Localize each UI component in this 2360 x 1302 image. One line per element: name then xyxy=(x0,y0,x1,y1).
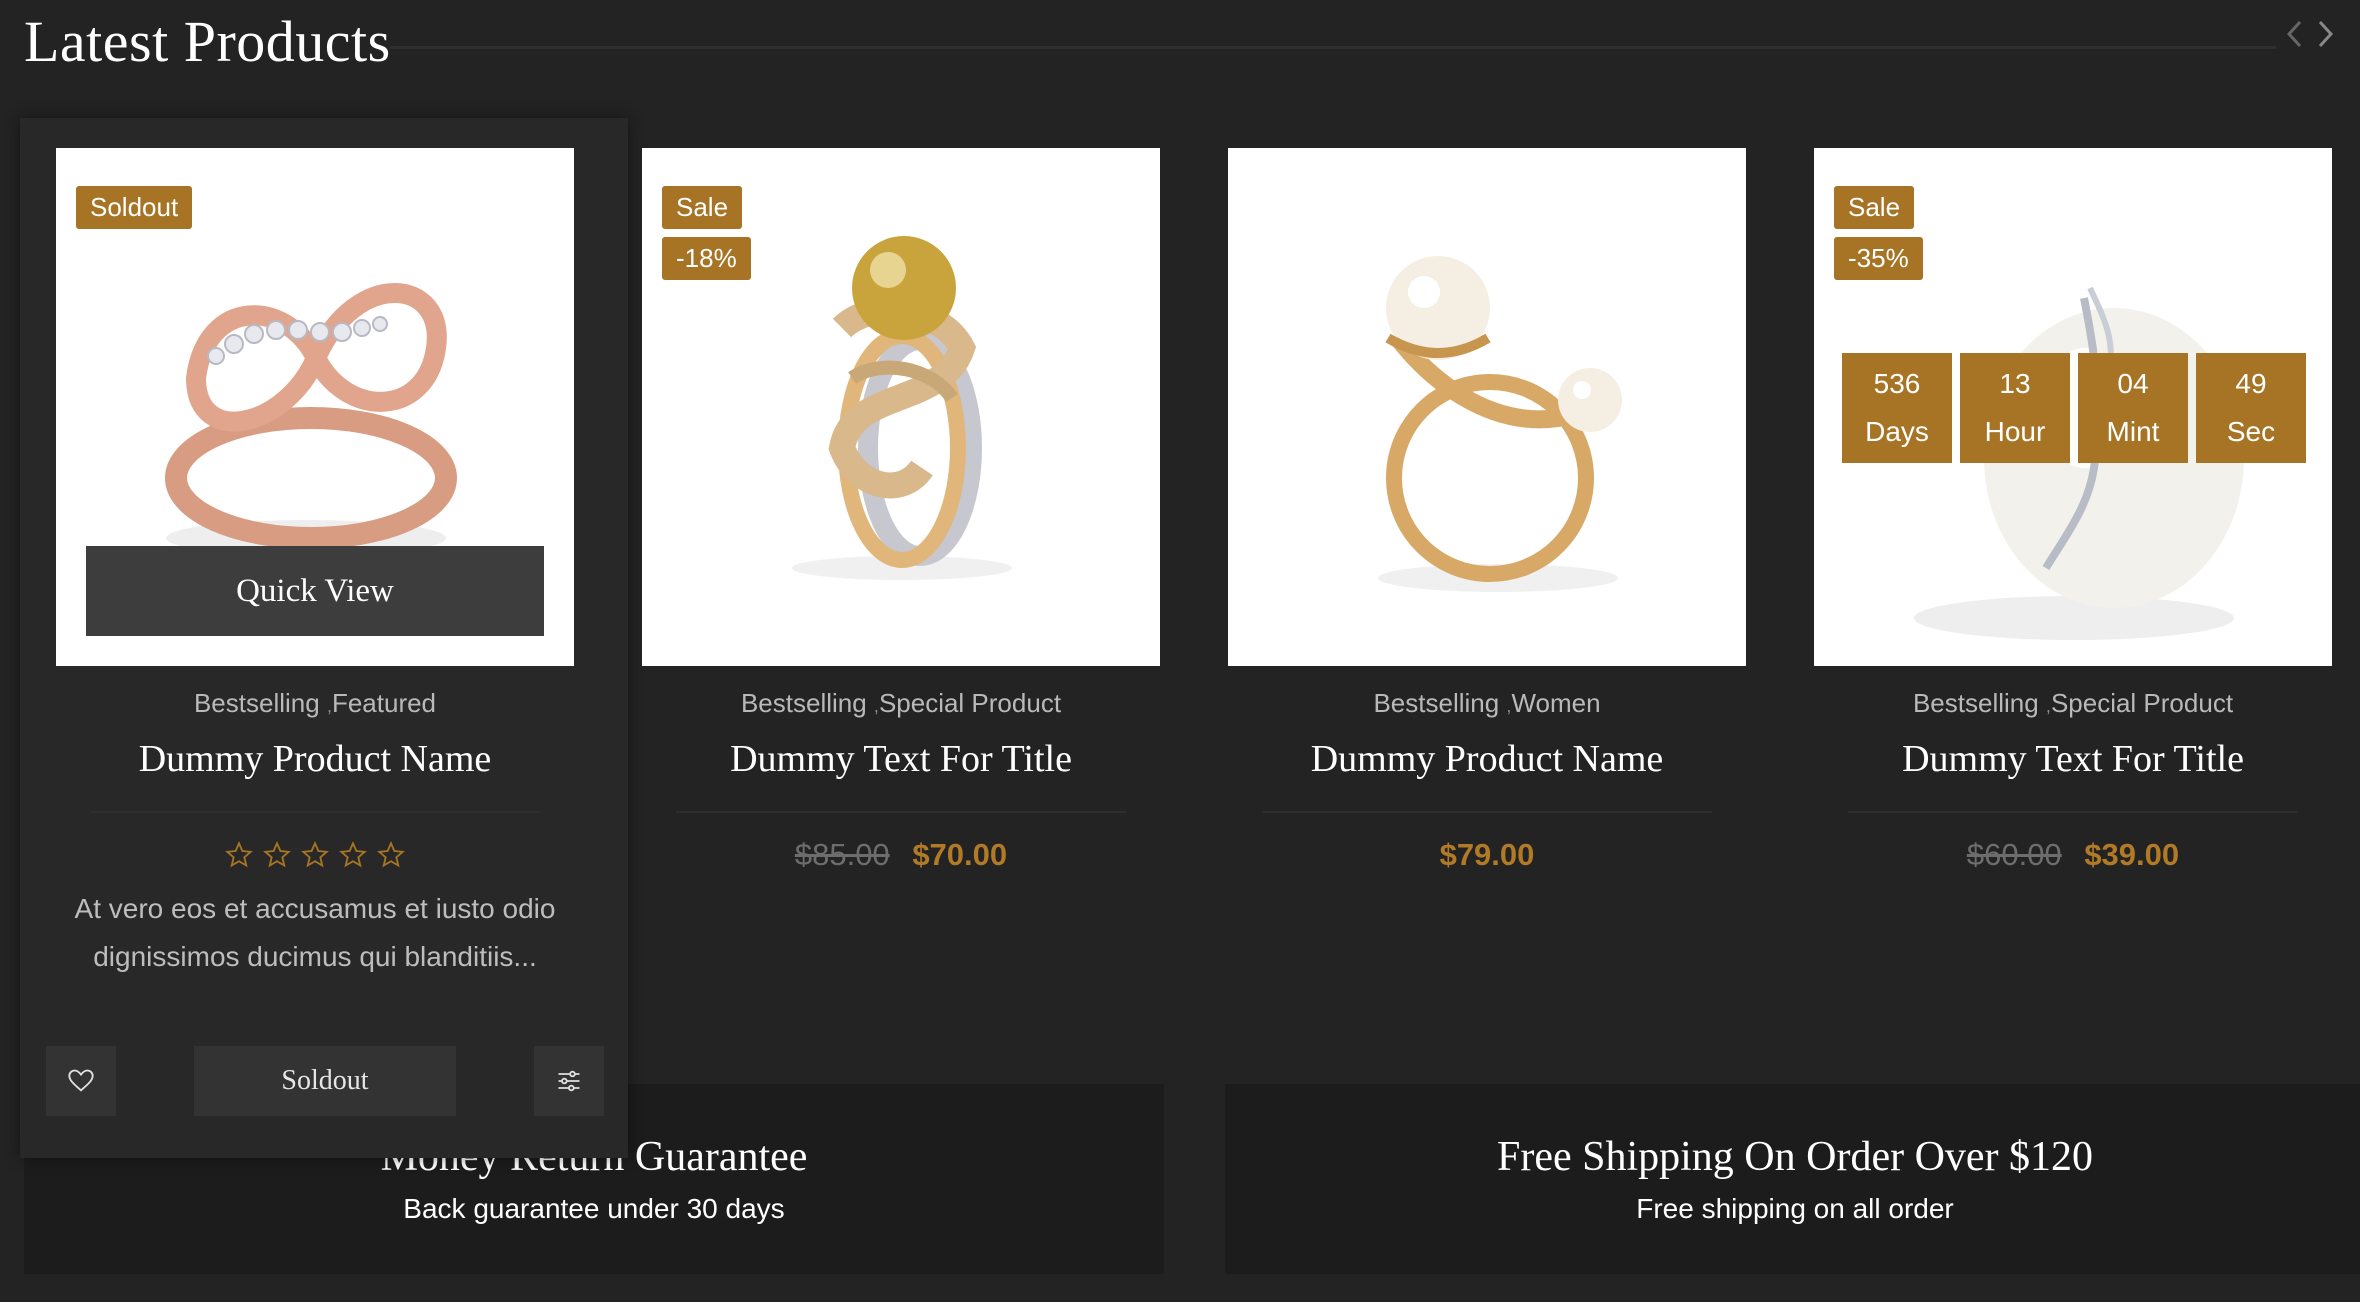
soldout-badge: Soldout xyxy=(76,186,193,229)
current-price: $39.00 xyxy=(2084,837,2180,872)
star-icon xyxy=(263,841,291,868)
card-divider xyxy=(1848,811,2298,813)
rating-stars xyxy=(56,841,574,869)
product-image[interactable]: Sale -18% xyxy=(642,148,1160,666)
double-pearl-ring-image xyxy=(1378,256,1622,592)
chevron-right-icon xyxy=(2318,20,2334,48)
soldout-button[interactable]: Soldout xyxy=(194,1046,456,1116)
card-divider xyxy=(90,811,540,813)
card-divider xyxy=(1262,811,1712,813)
old-price: $60.00 xyxy=(1966,837,2062,872)
sliders-icon xyxy=(558,1070,580,1092)
badge-group: Sale -35% xyxy=(1834,186,1923,280)
product-card[interactable]: Sale -35% 536 Days 13 Hour 04 Mint 49 Se… xyxy=(1814,148,2332,873)
product-name[interactable]: Dummy Product Name xyxy=(56,737,574,781)
card-divider xyxy=(676,811,1126,813)
product-categories: Bestselling ,Featured xyxy=(56,688,574,719)
countdown-value: 04 xyxy=(2117,368,2149,399)
category-link[interactable]: Bestselling xyxy=(1373,688,1499,718)
product-card[interactable]: Sale -18% Bestselling ,Special Product D… xyxy=(642,148,1160,873)
product-card[interactable]: Bestselling ,Women Dummy Product Name $7… xyxy=(1228,148,1746,873)
discount-badge: -18% xyxy=(662,237,751,280)
countdown-hours: 13 Hour xyxy=(1960,353,2070,463)
product-categories: Bestselling ,Special Product xyxy=(642,688,1160,719)
section-title: Latest Products xyxy=(24,9,391,74)
countdown-days: 536 Days xyxy=(1842,353,1952,463)
heart-icon xyxy=(68,1069,94,1092)
product-description: At vero eos et accusamus et iusto odio d… xyxy=(10,885,620,981)
discount-badge: -35% xyxy=(1834,237,1923,280)
sale-badge: Sale xyxy=(662,186,743,229)
badge-group: Sale -18% xyxy=(662,186,751,280)
wishlist-button[interactable] xyxy=(46,1046,116,1116)
carousel-next-button[interactable] xyxy=(2312,14,2340,54)
countdown-unit: Days xyxy=(1865,416,1929,447)
compare-button[interactable] xyxy=(534,1046,604,1116)
product-actions: Soldout xyxy=(46,1046,604,1116)
product-name[interactable]: Dummy Text For Title xyxy=(642,737,1160,781)
old-price: $85.00 xyxy=(794,837,890,872)
countdown-value: 13 xyxy=(1999,368,2031,399)
star-icon xyxy=(301,841,329,868)
star-icon xyxy=(339,841,367,868)
info-box-shipping: Free Shipping On Order Over $120 Free sh… xyxy=(1225,1084,2360,1274)
description-line: At vero eos et accusamus et iusto odio xyxy=(74,893,556,924)
chevron-left-icon xyxy=(2286,20,2302,48)
carousel-prev-button[interactable] xyxy=(2280,14,2308,54)
category-link[interactable]: Special Product xyxy=(2051,688,2233,718)
product-image[interactable]: Sale -35% 536 Days 13 Hour 04 Mint 49 Se… xyxy=(1814,148,2332,666)
countdown-minutes: 04 Mint xyxy=(2078,353,2188,463)
info-title: Free Shipping On Order Over $120 xyxy=(1496,1134,2094,1180)
price-block: $85.00 $70.00 xyxy=(642,837,1160,873)
current-price: $79.00 xyxy=(1439,837,1535,872)
category-link[interactable]: Bestselling xyxy=(1913,688,2039,718)
quick-view-button[interactable]: Quick View xyxy=(86,546,544,636)
category-link[interactable]: Featured xyxy=(332,688,436,718)
info-subtitle: Back guarantee under 30 days xyxy=(403,1193,785,1224)
countdown-seconds: 49 Sec xyxy=(2196,353,2306,463)
countdown-value: 536 xyxy=(1873,368,1921,399)
info-subtitle: Free shipping on all order xyxy=(1636,1193,1954,1224)
countdown-timer: 536 Days 13 Hour 04 Mint 49 Sec xyxy=(1842,353,2306,463)
category-link[interactable]: Women xyxy=(1511,688,1600,718)
badge-group: Soldout xyxy=(76,186,193,229)
star-icon xyxy=(377,841,405,868)
category-link[interactable]: Special Product xyxy=(879,688,1061,718)
star-icon xyxy=(225,841,253,868)
countdown-unit: Sec xyxy=(2226,416,2276,447)
product-name[interactable]: Dummy Product Name xyxy=(1228,737,1746,781)
countdown-value: 49 xyxy=(2235,368,2267,399)
product-card[interactable]: Soldout Quick View Bestselling ,Featured… xyxy=(56,148,574,981)
price-block: $60.00 $39.00 xyxy=(1814,837,2332,873)
product-name[interactable]: Dummy Text For Title xyxy=(1814,737,2332,781)
description-line: dignissimos ducimus qui blanditiis... xyxy=(93,941,537,972)
product-categories: Bestselling ,Women xyxy=(1228,688,1746,719)
sale-badge: Sale xyxy=(1834,186,1915,229)
price-block: $79.00 xyxy=(1228,837,1746,873)
current-price: $70.00 xyxy=(912,837,1008,872)
category-link[interactable]: Bestselling xyxy=(194,688,320,718)
product-categories: Bestselling ,Special Product xyxy=(1814,688,2332,719)
countdown-unit: Hour xyxy=(1984,416,2046,447)
carousel-nav xyxy=(2280,14,2340,54)
product-image[interactable]: Soldout Quick View xyxy=(56,148,574,666)
category-link[interactable]: Bestselling xyxy=(741,688,867,718)
countdown-unit: Mint xyxy=(2106,416,2160,447)
product-image[interactable] xyxy=(1228,148,1746,666)
title-divider xyxy=(390,46,2276,49)
